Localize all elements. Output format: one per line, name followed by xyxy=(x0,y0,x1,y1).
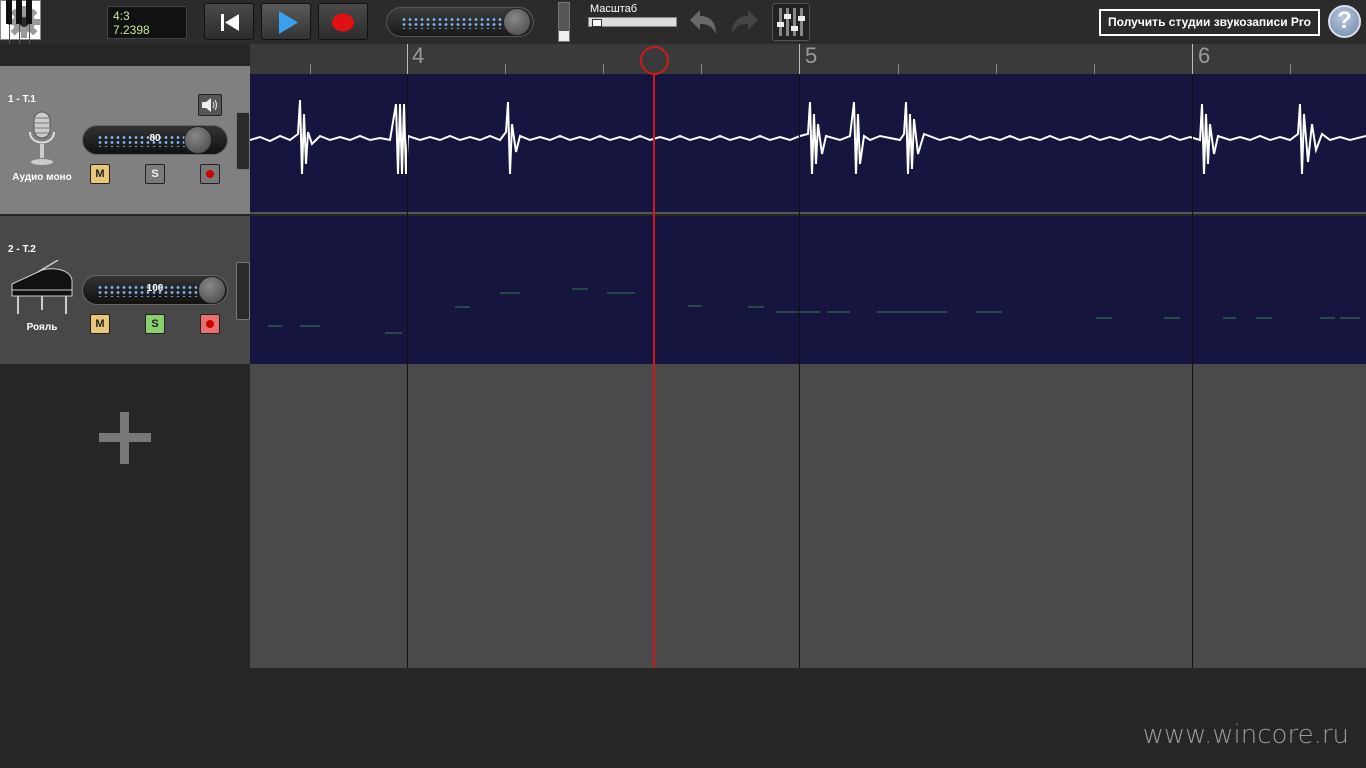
zoom-slider[interactable] xyxy=(588,17,677,27)
mute-button[interactable]: M xyxy=(90,164,110,184)
master-volume-slider[interactable] xyxy=(386,7,534,37)
bar-number: 5 xyxy=(805,43,818,68)
audio-track-lane[interactable] xyxy=(249,74,1366,214)
undo-icon[interactable] xyxy=(686,6,720,38)
record-icon xyxy=(332,13,354,32)
help-icon[interactable]: ? xyxy=(1328,5,1361,38)
watermark: www.wincore.ru xyxy=(1142,720,1349,750)
mixer-icon[interactable] xyxy=(772,3,810,41)
record-button[interactable] xyxy=(318,3,368,40)
redo-icon[interactable] xyxy=(728,6,762,38)
empty-tracks-area xyxy=(250,364,1366,668)
track-volume-slider[interactable]: 80 xyxy=(82,125,228,155)
speaker-icon[interactable] xyxy=(198,94,222,116)
track-name: 1 - T.1 xyxy=(8,94,36,105)
grand-piano-icon xyxy=(8,259,76,323)
time-signature: 4:3 xyxy=(113,9,130,23)
add-track-plus-icon[interactable] xyxy=(99,412,151,464)
solo-button[interactable]: S xyxy=(145,164,165,184)
get-pro-button[interactable]: Получить студии звукозаписи Pro xyxy=(1099,9,1320,36)
zoom-label: Масштаб xyxy=(590,3,638,15)
toolbar: 4:3 7.2398 Масштаб Получить студии звуко… xyxy=(0,0,1366,44)
bar-line xyxy=(1192,74,1193,668)
track-name: 2 - T.2 xyxy=(8,244,36,255)
track-resize-handle[interactable] xyxy=(236,112,250,170)
mute-button[interactable]: M xyxy=(90,314,110,334)
microphone-icon xyxy=(24,110,60,177)
time-position: 7.2398 xyxy=(113,23,150,37)
level-meter xyxy=(558,2,570,42)
record-arm-button[interactable] xyxy=(200,164,220,184)
daw-app: 4:3 7.2398 Масштаб Получить студии звуко… xyxy=(0,0,1366,768)
master-volume-knob[interactable] xyxy=(503,8,531,36)
track-volume-slider[interactable]: 100 xyxy=(82,275,228,305)
playhead-handle[interactable] xyxy=(640,46,669,75)
record-arm-button[interactable] xyxy=(200,314,220,334)
playhead-line[interactable] xyxy=(653,74,655,668)
zoom-slider-thumb[interactable] xyxy=(592,19,602,27)
rewind-button[interactable] xyxy=(204,3,254,40)
play-icon xyxy=(279,11,298,34)
audio-waveform xyxy=(249,99,1366,175)
midi-notes xyxy=(268,288,1360,334)
bar-number: 4 xyxy=(412,43,425,68)
timeline-ruler[interactable]: 4 5 6 xyxy=(250,43,1366,74)
solo-button[interactable]: S xyxy=(145,314,165,334)
bar-line xyxy=(799,74,800,668)
track-type: Рояль xyxy=(26,322,58,333)
bar-line xyxy=(407,74,408,668)
track-volume-knob[interactable] xyxy=(198,276,226,304)
play-button[interactable] xyxy=(261,3,311,40)
skip-back-icon xyxy=(221,14,239,31)
bar-number: 6 xyxy=(1198,43,1211,68)
track-header-1[interactable]: 1 - T.1 Аудио моно 80 M S xyxy=(0,66,250,214)
piano-track-lane[interactable] xyxy=(250,216,1366,364)
track-volume-knob[interactable] xyxy=(184,126,212,154)
track-type: Аудио моно xyxy=(12,172,72,183)
track-resize-handle[interactable] xyxy=(236,262,250,320)
time-display: 4:3 7.2398 xyxy=(107,6,187,39)
track-header-2[interactable]: 2 - T.2 Рояль 100 M S xyxy=(0,216,250,364)
